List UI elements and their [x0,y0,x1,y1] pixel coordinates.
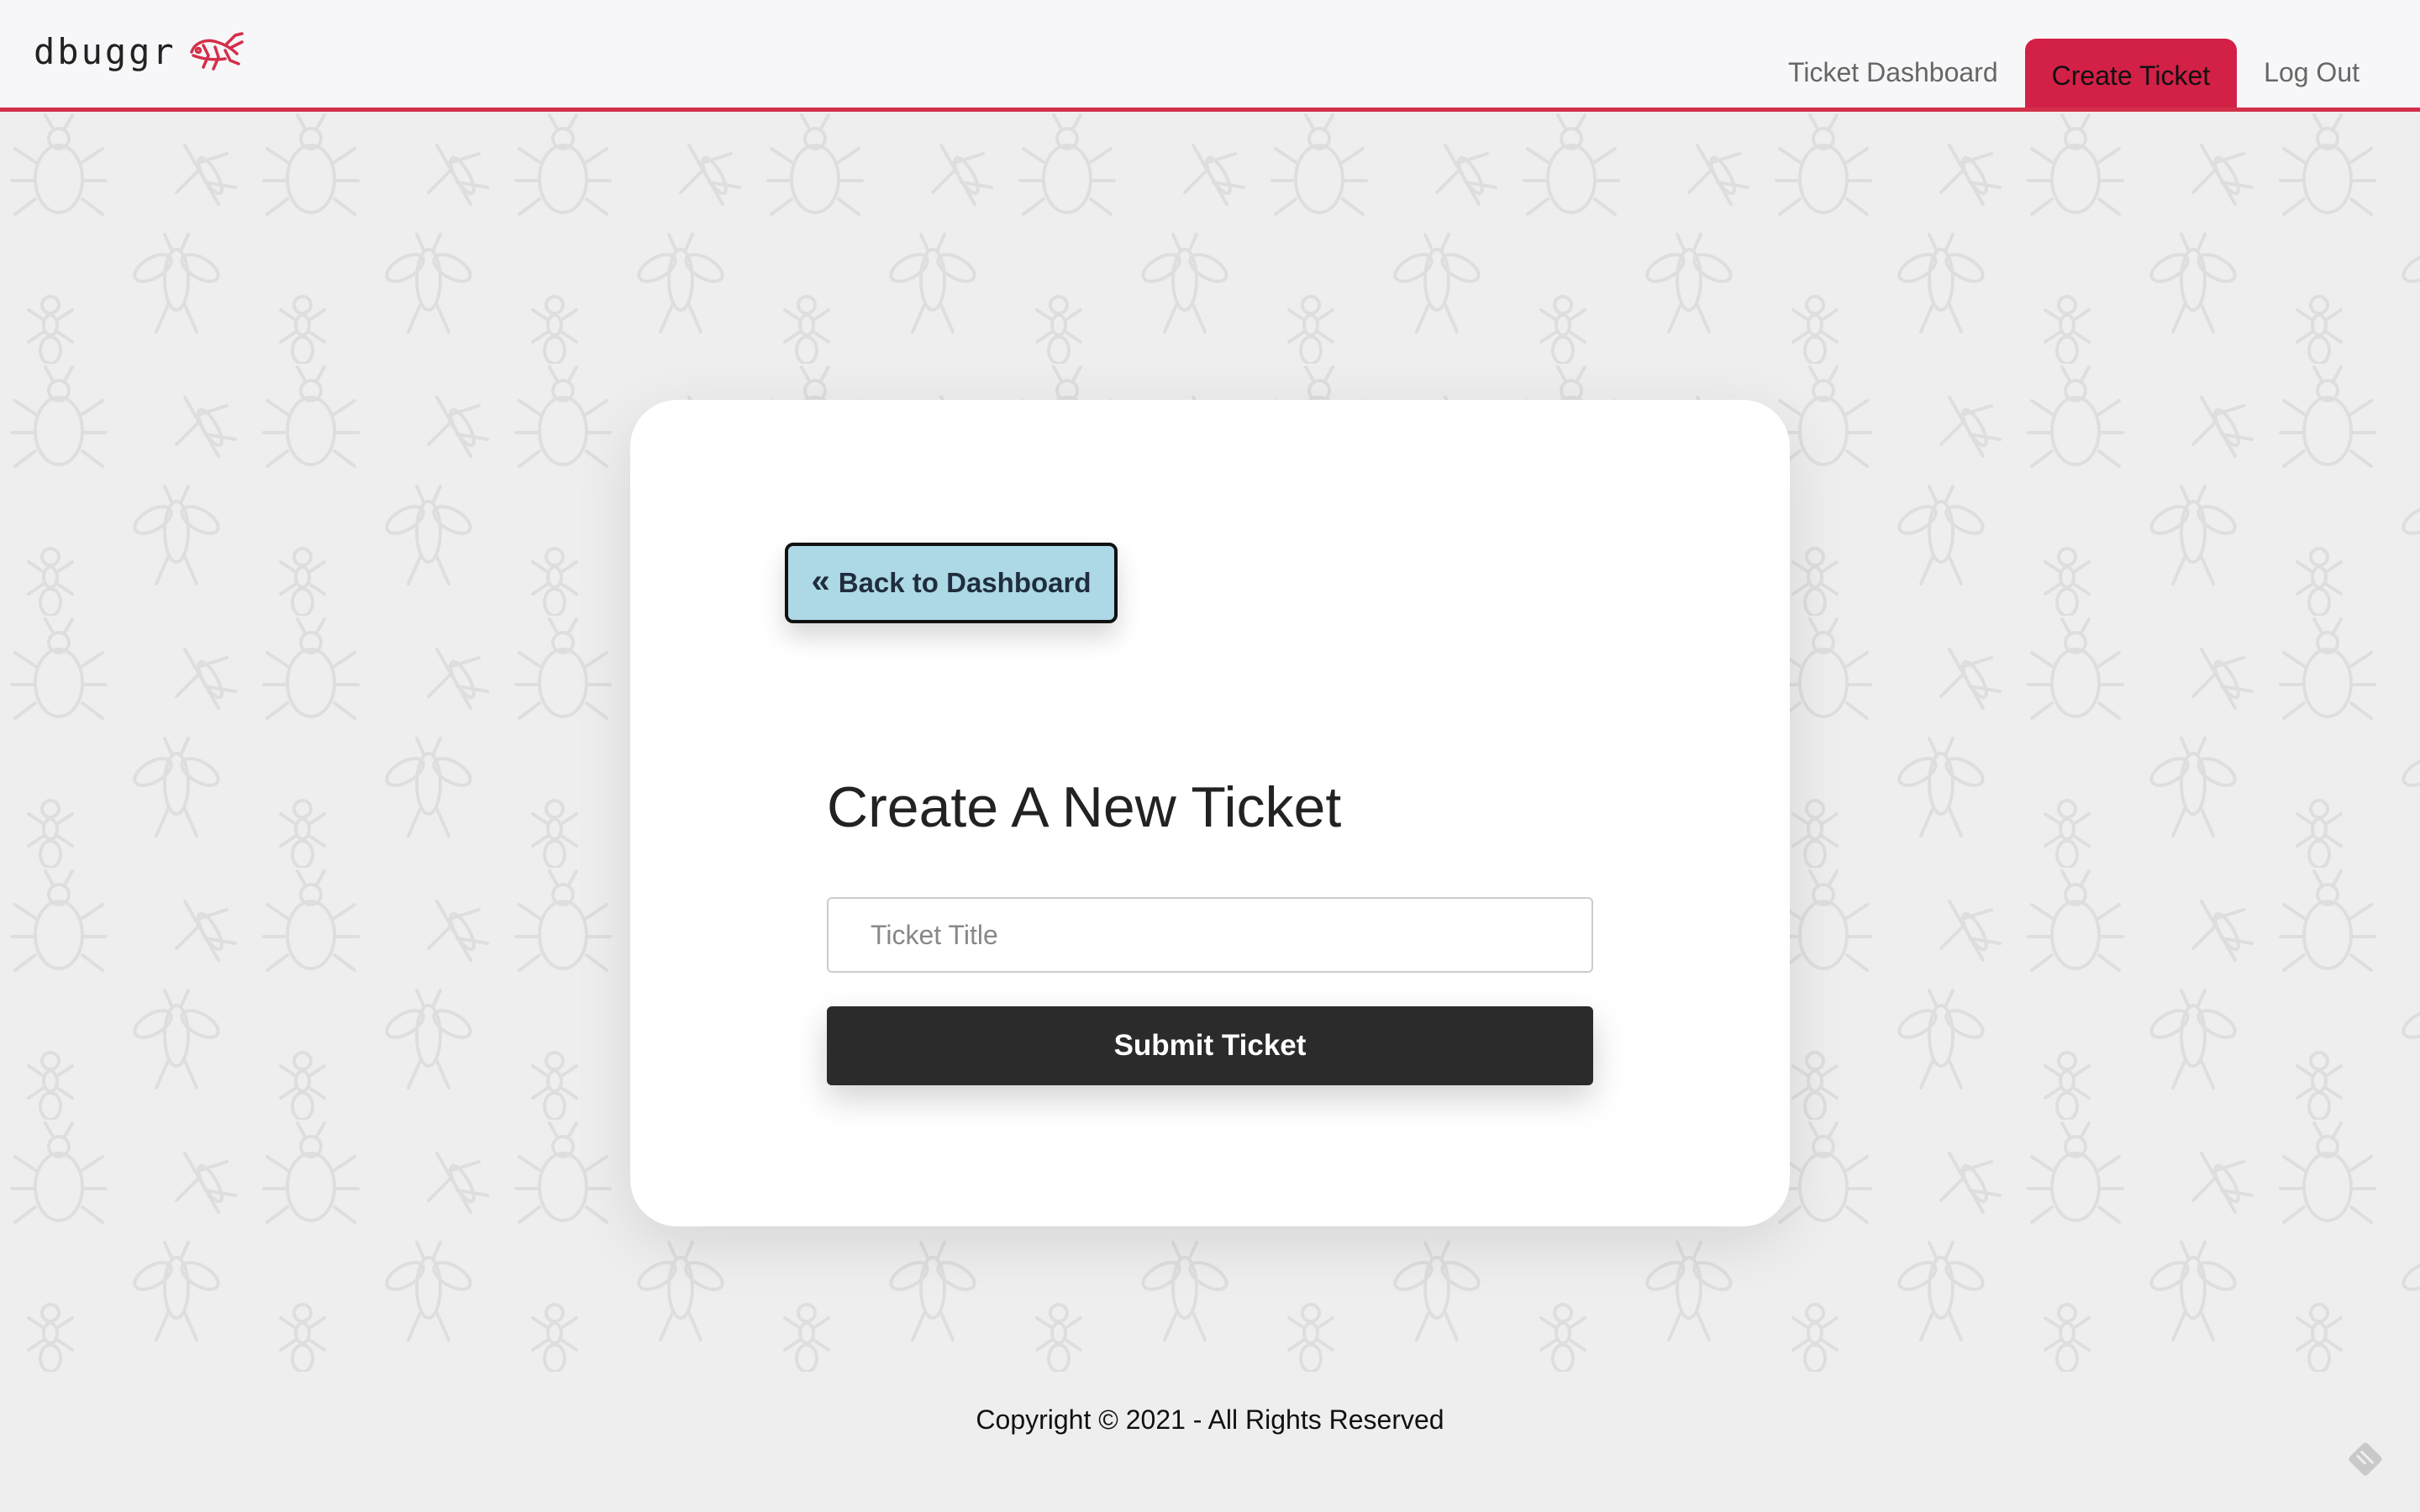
double-chevron-left-icon: « [811,563,830,600]
footer-copyright: Copyright © 2021 - All Rights Reserved [976,1404,1444,1435]
page-title: Create A New Ticket [827,775,1342,839]
ticket-title-input[interactable] [827,897,1593,973]
brand-logo[interactable]: dbuggr [34,29,245,76]
nav-create-ticket[interactable]: Create Ticket [2024,39,2238,108]
back-to-dashboard-button[interactable]: « Back to Dashboard [785,543,1118,623]
grasshopper-icon [189,32,244,71]
create-ticket-card: « Back to Dashboard Create A New Ticket … [630,400,1790,1226]
back-button-label: Back to Dashboard [838,567,1092,598]
submit-ticket-button[interactable]: Submit Ticket [827,1006,1593,1085]
top-navbar: dbuggr Ticket Dashboard Create Ticket Lo… [0,0,2420,112]
nav-ticket-dashboard[interactable]: Ticket Dashboard [1761,39,2025,108]
sticky-note-icon[interactable] [2344,1438,2386,1480]
brand-name: dbuggr [34,31,176,72]
main-nav: Ticket Dashboard Create Ticket Log Out [1761,39,2386,108]
nav-log-out[interactable]: Log Out [2237,39,2386,108]
